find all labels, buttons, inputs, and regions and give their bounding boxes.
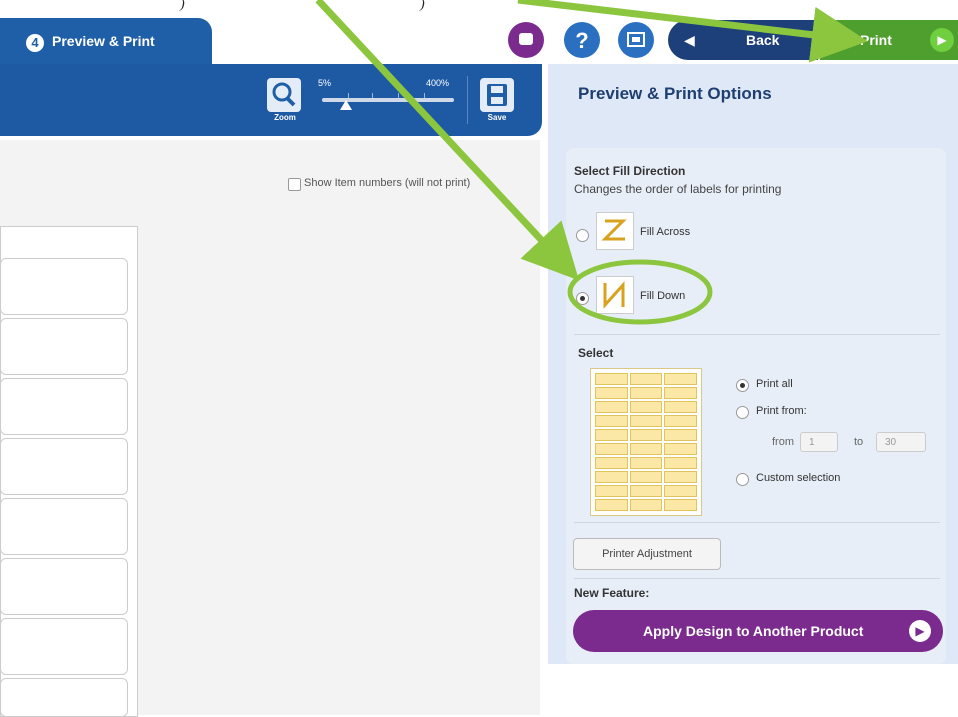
annotation-overlay: ) ): [179, 0, 868, 325]
annotation-text-fragment: ): [179, 0, 185, 12]
annotation-arrow: [517, 0, 868, 63]
annotation-arrow: [315, 0, 580, 281]
annotation-text-fragment: ): [419, 0, 425, 12]
annotation-circle: [567, 259, 713, 325]
